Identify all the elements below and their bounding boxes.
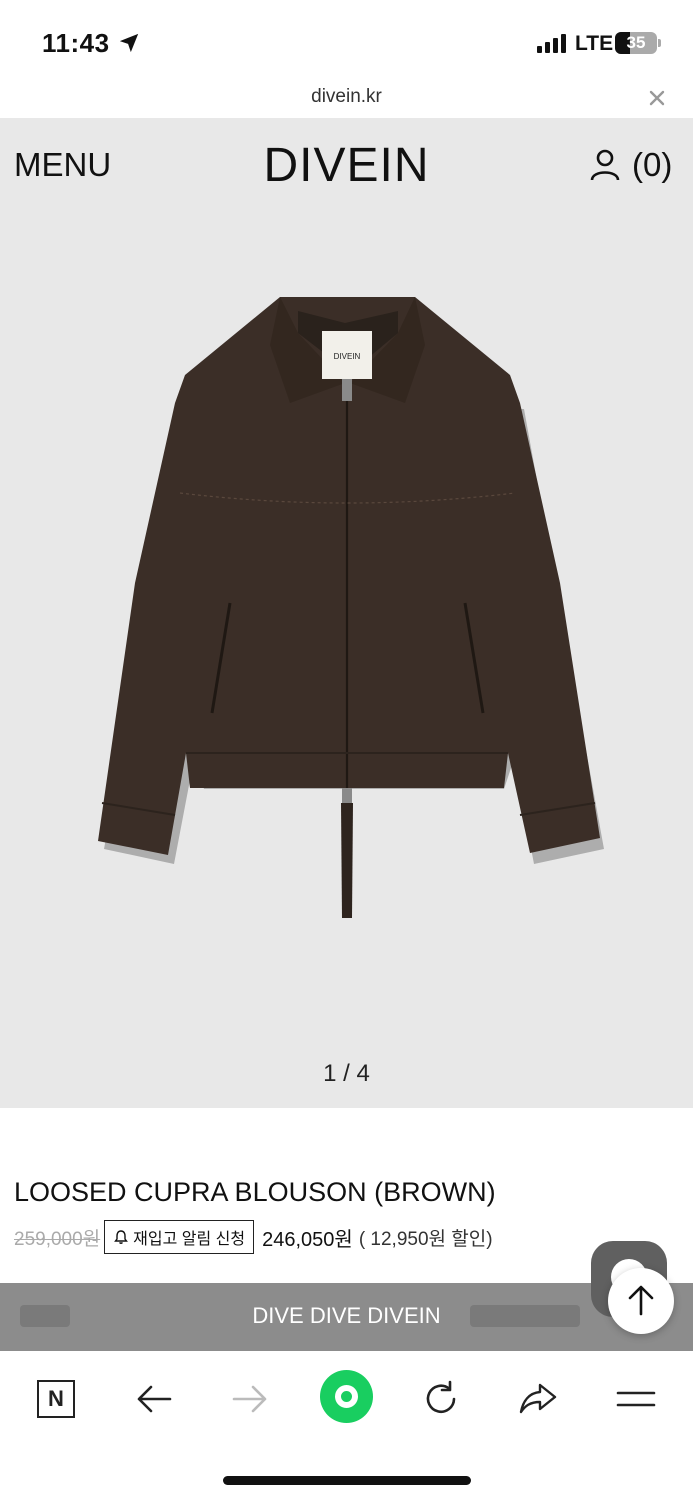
browser-toolbar: N xyxy=(0,1351,693,1500)
reload-icon xyxy=(426,1380,456,1414)
battery-cap xyxy=(658,39,661,47)
network-type: LTE xyxy=(575,32,614,55)
jacket-label-text: DIVEIN xyxy=(334,352,361,361)
menu-button-toolbar[interactable] xyxy=(612,1375,660,1423)
promo-banner[interactable]: DIVE DIVE DIVEIN xyxy=(0,1283,693,1351)
naver-icon: N xyxy=(37,1380,75,1418)
battery-percent: 35 xyxy=(626,33,646,52)
close-icon[interactable] xyxy=(647,88,667,108)
forward-button[interactable] xyxy=(226,1375,274,1423)
share-button[interactable] xyxy=(514,1375,562,1423)
green-home-icon[interactable] xyxy=(320,1370,373,1423)
sale-price: 246,050원 xyxy=(262,1228,353,1251)
account-icon[interactable] xyxy=(588,148,622,182)
price-row: 259,000원 재입고 알림 신청 246,050원 ( 12,950원 할인… xyxy=(14,1220,493,1254)
share-icon xyxy=(519,1383,557,1414)
battery-icon: 35 xyxy=(615,32,657,54)
status-bar: 11:43 LTE 35 xyxy=(0,0,693,82)
back-arrow-icon xyxy=(137,1385,172,1413)
reload-button[interactable] xyxy=(417,1375,465,1423)
back-button[interactable] xyxy=(130,1375,178,1423)
arrow-up-icon xyxy=(628,1285,654,1316)
signal-bars-icon xyxy=(537,33,567,53)
product-gallery[interactable]: MENU DIVEIN (0) DIVEIN 1 / 4 xyxy=(0,118,693,1108)
discount-amount: ( 12,950원 할인) xyxy=(358,1228,493,1250)
cart-count[interactable]: (0) xyxy=(632,146,672,184)
location-arrow-icon xyxy=(119,33,139,53)
url-text[interactable]: divein.kr xyxy=(0,86,693,108)
restock-alert-button[interactable]: 재입고 알림 신청 xyxy=(104,1220,255,1254)
url-bar[interactable]: divein.kr xyxy=(0,82,693,118)
bell-icon xyxy=(114,1230,129,1244)
home-indicator xyxy=(223,1476,471,1485)
green-ring xyxy=(335,1385,358,1408)
product-image[interactable]: DIVEIN xyxy=(80,283,615,923)
promo-text: DIVE DIVE DIVEIN xyxy=(252,1303,441,1328)
forward-arrow-icon xyxy=(232,1385,267,1413)
scroll-to-top-button[interactable] xyxy=(608,1268,674,1334)
product-name: LOOSED CUPRA BLOUSON (BROWN) xyxy=(14,1177,496,1207)
menu-icon xyxy=(616,1391,656,1407)
status-time: 11:43 xyxy=(42,28,110,58)
naver-home-button[interactable]: N xyxy=(32,1375,80,1423)
original-price: 259,000원 xyxy=(14,1228,101,1250)
restock-alert-label: 재입고 알림 신청 xyxy=(133,1231,246,1248)
slide-counter: 1 / 4 xyxy=(323,1060,370,1087)
